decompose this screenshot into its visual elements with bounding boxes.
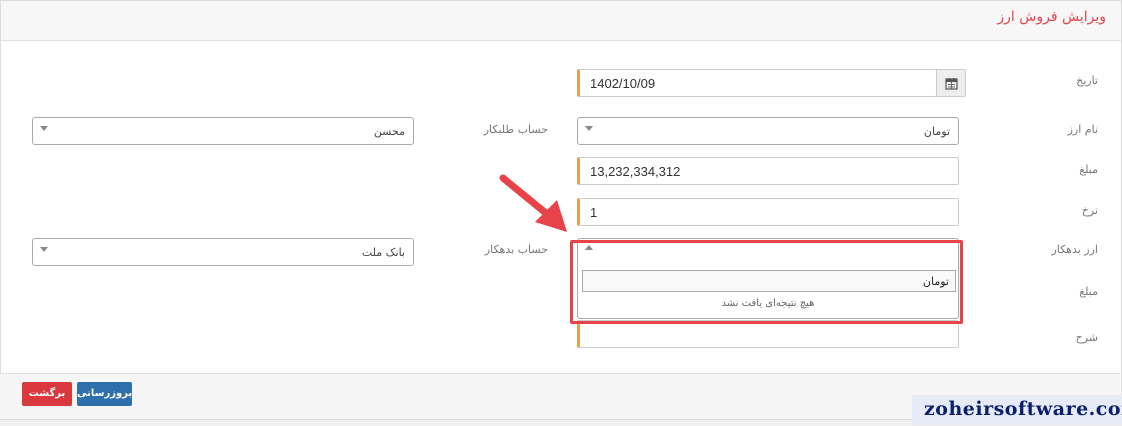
currency-name-label: نام ارز <box>1067 123 1098 136</box>
currency-name-value: تومان <box>923 125 950 138</box>
creditor-account-value: محسن <box>373 125 405 138</box>
amount2-label: مبلغ <box>1079 285 1098 298</box>
watermark: zoheirsoftware.com <box>912 395 1122 425</box>
date-input[interactable]: 1402/10/09 <box>577 69 937 97</box>
update-button[interactable]: بروزرسانی <box>77 382 132 406</box>
amount-input[interactable]: 13,232,334,312 <box>577 157 959 185</box>
debtor-account-value: بانک ملت <box>361 246 405 259</box>
debtor-currency-label: ارز بدهکار <box>1051 243 1098 256</box>
back-button[interactable]: برگشت <box>22 382 72 406</box>
rate-value: 1 <box>590 205 598 220</box>
arrow-annotation-icon <box>499 174 567 232</box>
date-value: 1402/10/09 <box>590 76 656 91</box>
amount-value: 13,232,334,312 <box>590 164 681 179</box>
panel-header: ویرایش فروش ارز <box>1 1 1121 41</box>
rate-label: نرخ <box>1081 204 1098 217</box>
page-title: ویرایش فروش ارز <box>997 9 1106 25</box>
chevron-down-icon <box>585 126 593 131</box>
watermark-text: zoheirsoftware.com <box>924 398 1122 420</box>
rate-input[interactable]: 1 <box>577 198 959 226</box>
creditor-account-select[interactable]: محسن <box>32 117 414 145</box>
calendar-button[interactable] <box>936 69 966 97</box>
debtor-account-select[interactable]: بانک ملت <box>32 238 414 266</box>
chevron-down-icon <box>40 247 48 252</box>
currency-name-select[interactable]: تومان <box>577 117 959 145</box>
highlight-box <box>570 240 963 324</box>
description-input[interactable] <box>577 320 959 348</box>
calendar-icon <box>945 78 958 90</box>
chevron-down-icon <box>40 126 48 131</box>
creditor-account-label: حساب طلبکار <box>483 123 548 136</box>
debtor-account-label: حساب بدهکار <box>484 243 548 256</box>
description-label: شرح <box>1075 331 1098 344</box>
date-label: تاریخ <box>1076 74 1098 87</box>
amount-label: مبلغ <box>1079 163 1098 176</box>
